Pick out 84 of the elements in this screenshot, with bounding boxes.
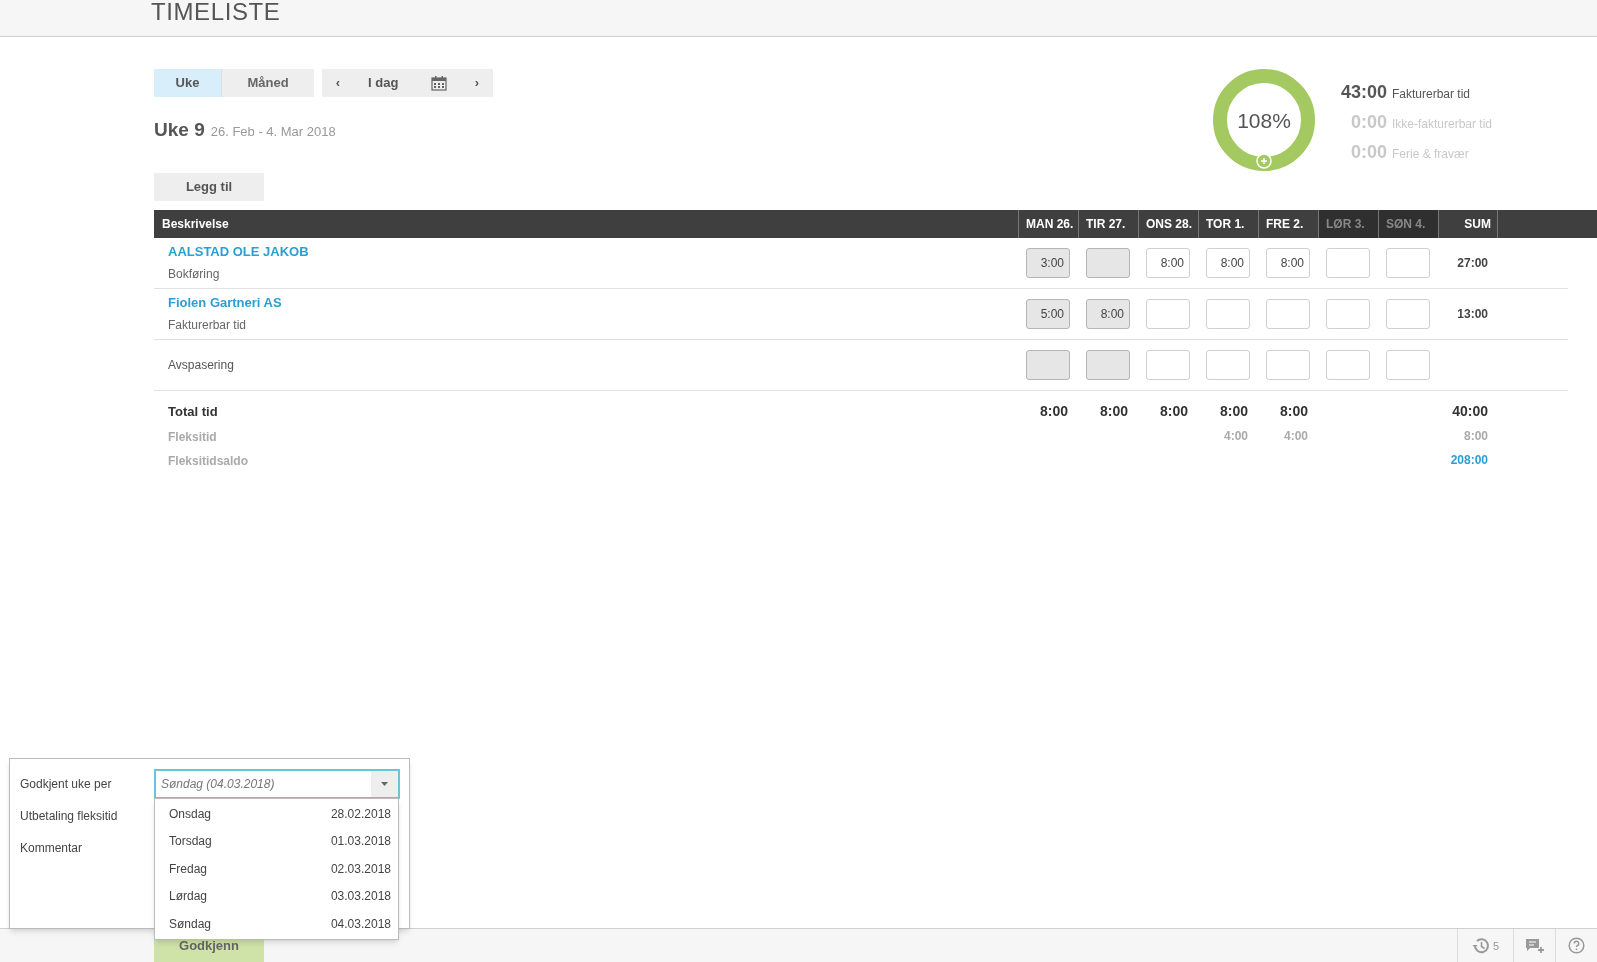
time-input[interactable]	[1326, 349, 1370, 380]
time-input[interactable]	[1026, 349, 1070, 380]
total-value: 4:00	[1283, 427, 1308, 445]
time-input[interactable]	[1086, 349, 1130, 380]
option-date: 03.03.2018	[330, 888, 391, 906]
calendar-icon[interactable]	[431, 75, 447, 91]
row-sum: 13:00	[1457, 305, 1488, 323]
option-date: 01.03.2018	[330, 833, 391, 851]
column-header: TOR 1.	[1198, 209, 1258, 238]
column-header: Beskrivelse	[161, 215, 230, 233]
column-header: ONS 28.	[1138, 209, 1198, 238]
time-input[interactable]	[1386, 298, 1430, 329]
add-comment-icon[interactable]	[1524, 937, 1545, 954]
column-header: MAN 26.	[1018, 209, 1078, 238]
row-sum: 27:00	[1457, 254, 1488, 272]
summary-label: Fakturerbar tid	[1392, 86, 1471, 103]
dropdown-option[interactable]: Torsdag 01.03.2018	[155, 827, 398, 855]
option-day: Onsdag	[169, 804, 212, 823]
total-label: Fleksitidsaldo	[168, 454, 249, 468]
total-value: 4:00	[1223, 427, 1248, 445]
total-value: 8:00	[1279, 401, 1308, 421]
total-label: Total tid	[168, 404, 218, 419]
time-input[interactable]: 8:00	[1086, 298, 1130, 329]
time-input[interactable]: 8:00	[1146, 247, 1190, 278]
field-label: Kommentar	[20, 840, 83, 857]
time-input[interactable]	[1146, 349, 1190, 380]
time-input[interactable]	[1266, 349, 1310, 380]
column-header: SUM	[1438, 209, 1498, 238]
week-range: 26. Feb - 4. Mar 2018	[210, 123, 336, 141]
time-input[interactable]	[1206, 298, 1250, 329]
time-input[interactable]	[1206, 349, 1250, 380]
option-day: Torsdag	[169, 832, 212, 851]
total-value: 8:00	[1099, 401, 1128, 421]
select-field[interactable]: Søndag (04.03.2018)	[154, 769, 400, 799]
time-input[interactable]: 8:00	[1266, 247, 1310, 278]
activity-label: Fakturerbar tid	[168, 316, 248, 334]
dropdown-toggle[interactable]	[371, 771, 398, 797]
dropdown-option[interactable]: Onsdag 28.02.2018	[155, 800, 398, 828]
option-day: Lørdag	[169, 887, 208, 906]
help-icon[interactable]	[1568, 937, 1585, 954]
next-button[interactable]: ›	[461, 69, 493, 97]
row-label: Avspasering	[168, 356, 235, 374]
week-title: Uke 9	[154, 118, 205, 142]
total-sum: 8:00	[1463, 427, 1488, 445]
time-input[interactable]: 5:00	[1026, 298, 1070, 329]
activity-label: Bokføring	[168, 265, 221, 283]
today-button[interactable]: I dag	[354, 69, 431, 97]
column-header: TIR 27.	[1078, 209, 1138, 238]
column-header: SØN 4.	[1378, 209, 1438, 238]
total-value: 8:00	[1219, 401, 1248, 421]
caret-icon	[381, 782, 388, 786]
field-label: Godkjent uke per	[20, 776, 112, 793]
history-count: 5	[1492, 939, 1499, 954]
total-value: 8:00	[1159, 401, 1188, 421]
time-input[interactable]	[1386, 247, 1430, 278]
view-tab[interactable]: Uke	[154, 69, 221, 97]
summary-value: 43:00	[1341, 81, 1387, 104]
dropdown-option[interactable]: Søndag 04.03.2018	[155, 910, 398, 938]
view-tab[interactable]: Måned	[221, 69, 314, 97]
option-date: 02.03.2018	[330, 860, 391, 878]
dropdown-option[interactable]: Fredag 02.03.2018	[155, 855, 398, 883]
total-sum: 40:00	[1452, 401, 1488, 421]
total-value: 8:00	[1039, 401, 1068, 421]
history-icon[interactable]	[1471, 937, 1490, 954]
time-input[interactable]	[1266, 298, 1310, 329]
time-input[interactable]	[1086, 247, 1130, 278]
total-label: Fleksitid	[168, 429, 217, 444]
time-input[interactable]: 8:00	[1206, 247, 1250, 278]
page-title: TIMELISTE	[151, 0, 282, 24]
time-input[interactable]: 3:00	[1026, 247, 1070, 278]
option-day: Fredag	[169, 859, 208, 878]
dropdown-option[interactable]: Lørdag 03.03.2018	[155, 882, 398, 910]
time-input[interactable]	[1386, 349, 1430, 380]
add-button[interactable]: Legg til	[154, 172, 264, 201]
column-header: LØR 3.	[1318, 209, 1378, 238]
total-sum: 208:00	[1450, 452, 1488, 469]
time-input[interactable]	[1326, 298, 1370, 329]
field-label: Utbetaling fleksitid	[20, 808, 118, 825]
time-input[interactable]	[1146, 298, 1190, 329]
percent-label: 108%	[1236, 108, 1292, 134]
option-date: 28.02.2018	[330, 805, 391, 823]
previous-button[interactable]: ‹	[322, 69, 354, 97]
time-input[interactable]	[1326, 247, 1370, 278]
option-date: 04.03.2018	[330, 915, 391, 933]
